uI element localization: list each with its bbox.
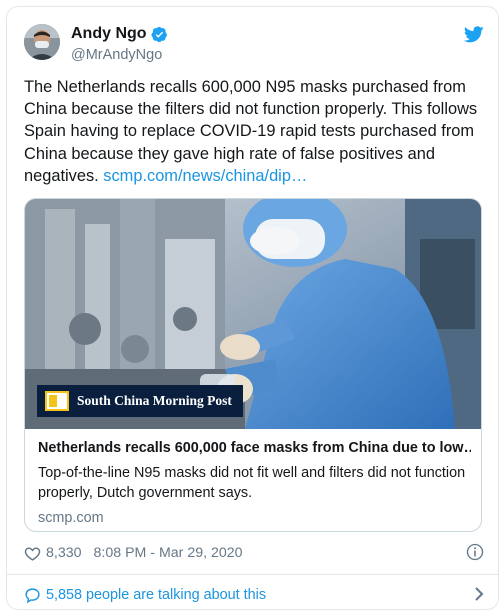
author-name[interactable]: Andy Ngo [71, 25, 147, 43]
tweet-header: Andy Ngo @MrAndyNgo [24, 24, 484, 66]
conversation-count[interactable]: 5,858 people are talking about this [46, 587, 266, 603]
speech-bubble-icon [25, 587, 40, 603]
timestamp[interactable]: 8:08 PM - Mar 29, 2020 [94, 545, 243, 561]
card-title[interactable]: Netherlands recalls 600,000 face masks f… [38, 440, 471, 456]
chevron-right-icon[interactable] [474, 586, 484, 602]
tweet-embed: Andy Ngo @MrAndyNgo The Netherlands reca… [6, 6, 499, 610]
tweet-text: The Netherlands recalls 600,000 N95 mask… [24, 76, 486, 187]
tweet-meta: 8,330 8:08 PM - Mar 29, 2020 [24, 543, 484, 563]
info-icon[interactable] [466, 543, 484, 561]
like-count[interactable]: 8,330 [46, 545, 82, 561]
heart-icon[interactable] [24, 545, 41, 562]
author-block: Andy Ngo @MrAndyNgo [71, 24, 168, 63]
conversation-link[interactable]: 5,858 people are talking about this [24, 585, 484, 605]
card-body: Netherlands recalls 600,000 face masks f… [25, 430, 481, 526]
tweet-link[interactable]: scmp.com/news/china/dip… [103, 167, 307, 185]
scmp-logo-icon [45, 391, 69, 411]
avatar[interactable] [24, 24, 60, 60]
verified-badge-icon [151, 26, 167, 42]
divider [7, 574, 498, 575]
author-handle[interactable]: @MrAndyNgo [71, 47, 168, 63]
twitter-bird-icon[interactable] [464, 26, 484, 43]
link-card[interactable]: South China Morning Post Netherlands rec… [24, 198, 482, 532]
card-description: Top-of-the-line N95 masks did not fit we… [38, 465, 466, 501]
card-domain: scmp.com [38, 510, 104, 526]
scmp-logo-text: South China Morning Post [77, 393, 232, 408]
scmp-logo: South China Morning Post [37, 385, 243, 417]
